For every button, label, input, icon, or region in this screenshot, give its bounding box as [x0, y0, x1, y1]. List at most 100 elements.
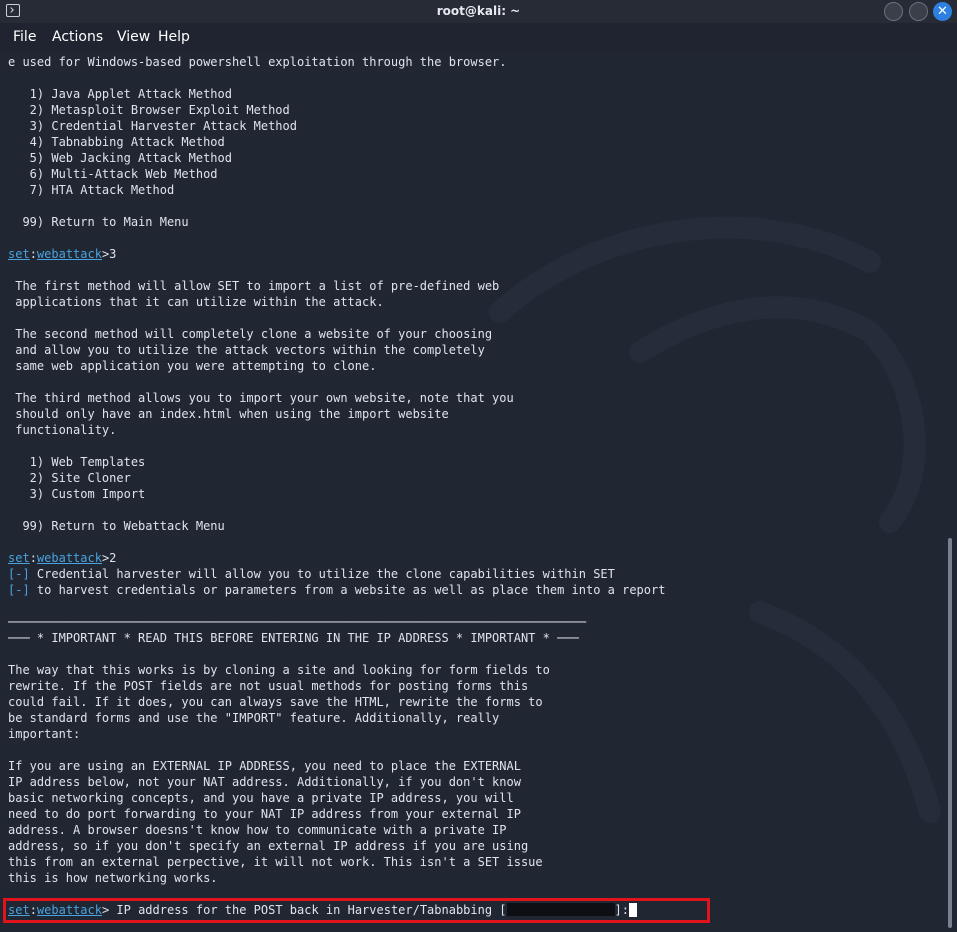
terminal-text: IP address below, not your NAT address. …	[8, 775, 521, 789]
terminal-text: 6) Multi-Attack Web Method	[8, 167, 218, 181]
title-bar[interactable]: root@kali: ~ ✕	[0, 0, 957, 23]
terminal-text: rewrite. If the POST fields are not usua…	[8, 679, 529, 693]
terminal-text: If you are using an EXTERNAL IP ADDRESS,…	[8, 759, 521, 773]
terminal-text: this from an external perpective, it wil…	[8, 855, 543, 869]
scrollbar[interactable]	[945, 52, 955, 932]
terminal-text: important:	[8, 727, 81, 741]
terminal-text: 1) Java Applet Attack Method	[8, 87, 232, 101]
prompt-context-link[interactable]: webattack	[37, 247, 102, 261]
terminal-text: 99) Return to Main Menu	[8, 215, 189, 229]
highlight-box	[3, 898, 710, 923]
prompt-context-link[interactable]: webattack	[37, 551, 102, 565]
menu-bar: File Actions View Help	[0, 23, 957, 52]
terminal-line: 99) Return to Webattack Menu	[8, 518, 665, 534]
terminal-text: 3) Credential Harvester Attack Method	[8, 119, 297, 133]
terminal-text: The way that this works is by cloning a …	[8, 663, 550, 677]
info-marker: [-]	[8, 583, 30, 597]
terminal-text: Credential harvester will allow you to u…	[29, 567, 615, 581]
terminal-text: 7) HTA Attack Method	[8, 183, 175, 197]
terminal-output[interactable]: e used for Windows-based powershell expl…	[0, 52, 957, 932]
prompt-set-link[interactable]: set	[8, 551, 30, 565]
terminal-line: 3) Custom Import	[8, 486, 665, 502]
terminal-text: be standard forms and use the "IMPORT" f…	[8, 711, 500, 725]
terminal-line: address. A browser doesns't know how to …	[8, 822, 665, 838]
terminal-line: ─── * IMPORTANT * READ THIS BEFORE ENTER…	[8, 630, 665, 646]
info-marker: [-]	[8, 567, 30, 581]
menu-file[interactable]: File	[13, 29, 36, 45]
terminal-line: If you are using an EXTERNAL IP ADDRESS,…	[8, 758, 665, 774]
terminal-line: ────────────────────────────────────────…	[8, 614, 665, 630]
terminal-line: IP address below, not your NAT address. …	[8, 774, 665, 790]
prompt-set-link[interactable]: set	[8, 247, 30, 261]
maximize-button[interactable]	[909, 2, 928, 21]
terminal-text: e used for Windows-based powershell expl…	[8, 55, 507, 69]
scrollbar-thumb[interactable]	[948, 538, 952, 928]
minimize-button[interactable]	[884, 2, 903, 21]
terminal-text: address, so if you don't specify an exte…	[8, 839, 529, 853]
terminal-text: The first method will allow SET to impor…	[8, 279, 500, 293]
terminal-text: >3	[101, 247, 117, 261]
terminal-text: same web application you were attempting…	[8, 359, 377, 373]
terminal-text: :	[29, 551, 37, 565]
terminal-line: address, so if you don't specify an exte…	[8, 838, 665, 854]
terminal-text: :	[29, 247, 37, 261]
terminal-text: and allow you to utilize the attack vect…	[8, 343, 485, 357]
terminal-line: this is how networking works.	[8, 870, 665, 886]
terminal-line: need to do port forwarding to your NAT I…	[8, 806, 665, 822]
terminal-text: ─── * IMPORTANT * READ THIS BEFORE ENTER…	[8, 631, 579, 645]
terminal-text: The third method allows you to import yo…	[8, 391, 514, 405]
terminal-text: 2) Site Cloner	[8, 471, 131, 485]
close-icon: ✕	[937, 4, 948, 19]
terminal-text: applications that it can utilize within …	[8, 295, 384, 309]
terminal-line: [-] to harvest credentials or parameters…	[8, 582, 665, 598]
terminal-text: functionality.	[8, 423, 117, 437]
terminal-line: could fail. If it does, you can always s…	[8, 694, 665, 710]
terminal-window: root@kali: ~ ✕ File Actions View Help e …	[0, 0, 957, 932]
terminal-line: 1) Java Applet Attack Method	[8, 86, 665, 102]
menu-view[interactable]: View	[117, 29, 150, 45]
terminal-line: functionality.	[8, 422, 665, 438]
terminal-lines: e used for Windows-based powershell expl…	[8, 54, 665, 918]
terminal-text: 3) Custom Import	[8, 487, 146, 501]
terminal-line: 1) Web Templates	[8, 454, 665, 470]
window-title: root@kali: ~	[436, 4, 521, 18]
terminal-line: 3) Credential Harvester Attack Method	[8, 118, 665, 134]
terminal-text: this is how networking works.	[8, 871, 218, 885]
terminal-line: set:webattack>3	[8, 246, 665, 262]
terminal-text: ────────────────────────────────────────…	[8, 615, 586, 629]
terminal-line: 99) Return to Main Menu	[8, 214, 665, 230]
terminal-line: 4) Tabnabbing Attack Method	[8, 134, 665, 150]
terminal-line: The third method allows you to import yo…	[8, 390, 665, 406]
terminal-line: important:	[8, 726, 665, 742]
terminal-text: address. A browser doesns't know how to …	[8, 823, 507, 837]
terminal-text: 1) Web Templates	[8, 455, 146, 469]
terminal-line: The way that this works is by cloning a …	[8, 662, 665, 678]
terminal-text: should only have an index.html when usin…	[8, 407, 449, 421]
terminal-line: The first method will allow SET to impor…	[8, 278, 665, 294]
terminal-text: could fail. If it does, you can always s…	[8, 695, 543, 709]
terminal-line: set:webattack>2	[8, 550, 665, 566]
terminal-text: >2	[101, 551, 117, 565]
menu-help[interactable]: Help	[158, 29, 190, 45]
terminal-line: [-] Credential harvester will allow you …	[8, 566, 665, 582]
terminal-line: same web application you were attempting…	[8, 358, 665, 374]
menu-actions[interactable]: Actions	[52, 29, 103, 45]
terminal-line: and allow you to utilize the attack vect…	[8, 342, 665, 358]
terminal-line: e used for Windows-based powershell expl…	[8, 54, 665, 70]
terminal-line: 7) HTA Attack Method	[8, 182, 665, 198]
terminal-text: 2) Metasploit Browser Exploit Method	[8, 103, 290, 117]
terminal-text: 99) Return to Webattack Menu	[8, 519, 225, 533]
terminal-line: be standard forms and use the "IMPORT" f…	[8, 710, 665, 726]
terminal-text: basic networking concepts, and you have …	[8, 791, 514, 805]
terminal-line: 2) Site Cloner	[8, 470, 665, 486]
close-button[interactable]: ✕	[933, 2, 952, 21]
